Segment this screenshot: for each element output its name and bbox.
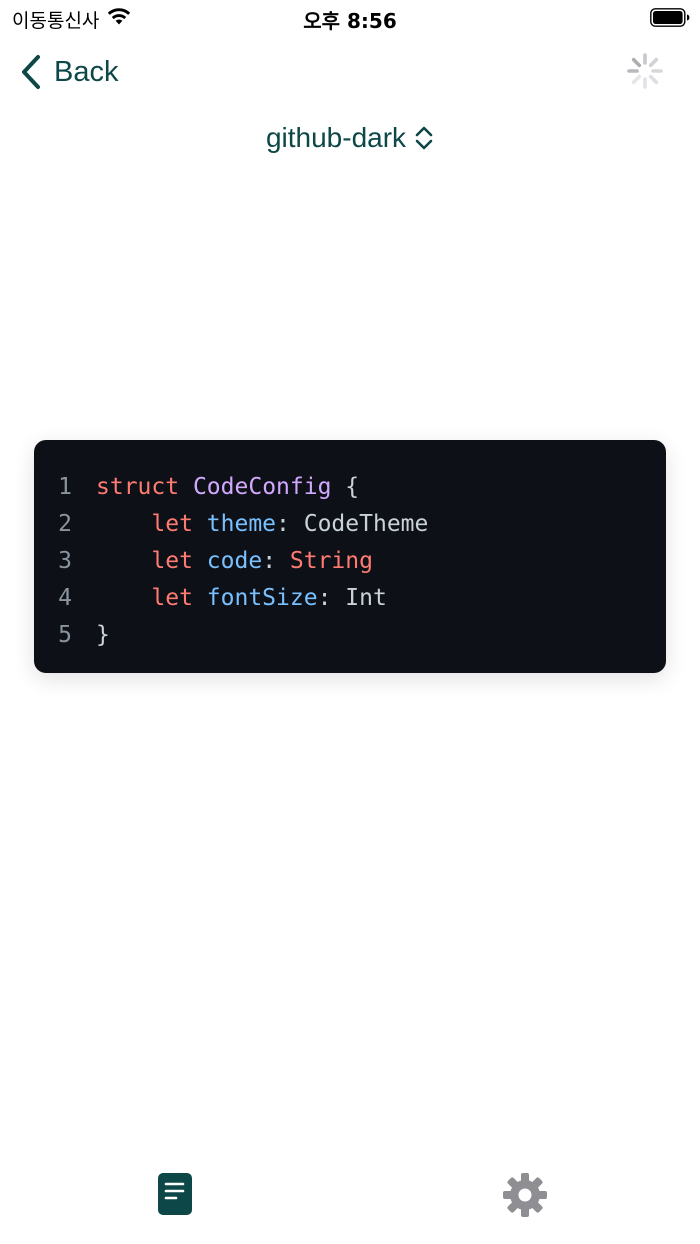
code-token: CodeConfig (192, 473, 332, 500)
back-button[interactable]: Back (20, 52, 118, 92)
status-time: 오후 8:56 (303, 9, 397, 33)
line-number: 3 (58, 547, 72, 574)
code-text: let fontSize: Int (96, 584, 387, 611)
code-line: 3 let code: String (34, 542, 666, 579)
line-number: 1 (58, 473, 72, 500)
code-line: 1 struct CodeConfig { (34, 468, 666, 505)
line-number: 5 (58, 621, 72, 648)
code-line: 2 let theme: CodeTheme (34, 505, 666, 542)
tab-bar (0, 1150, 700, 1244)
gear-icon[interactable] (502, 1172, 548, 1218)
code-text: let theme: CodeTheme (96, 511, 428, 537)
back-label: Back (54, 55, 119, 88)
code-line: 4 let fontSize: Int (34, 579, 666, 616)
code-token: let (151, 584, 193, 611)
line-number: 4 (58, 584, 72, 611)
activity-spinner-icon (627, 53, 663, 89)
chevron-up-down-icon (415, 126, 433, 150)
code-token: { (331, 473, 360, 500)
chevron-left-icon (22, 55, 40, 89)
code-token: fontSize (206, 584, 318, 611)
code-token: : (262, 547, 290, 574)
code-preview: 1 struct CodeConfig {2 let theme: CodeThe… (34, 440, 666, 673)
code-token: theme (206, 510, 277, 537)
line-number: 2 (58, 510, 72, 537)
code-line: 5} (34, 616, 666, 653)
code-text: let code: String (96, 548, 373, 574)
code-text: } (96, 622, 110, 648)
code-token: code (206, 547, 263, 574)
battery-icon (650, 8, 690, 27)
code-token: struct (96, 473, 180, 500)
code-token: let (151, 547, 193, 574)
code-token: String (289, 547, 373, 574)
status-bar: 이동통신사 오후 8:56 (0, 0, 700, 36)
theme-selector[interactable]: github-dark (0, 118, 700, 158)
code-token: : CodeTheme (276, 510, 429, 537)
code-token: let (151, 510, 193, 537)
document-icon[interactable] (156, 1172, 194, 1216)
code-token: : Int (317, 584, 387, 611)
theme-name: github-dark (265, 122, 407, 153)
code-token: } (96, 621, 110, 648)
code-text: struct CodeConfig { (96, 474, 359, 500)
